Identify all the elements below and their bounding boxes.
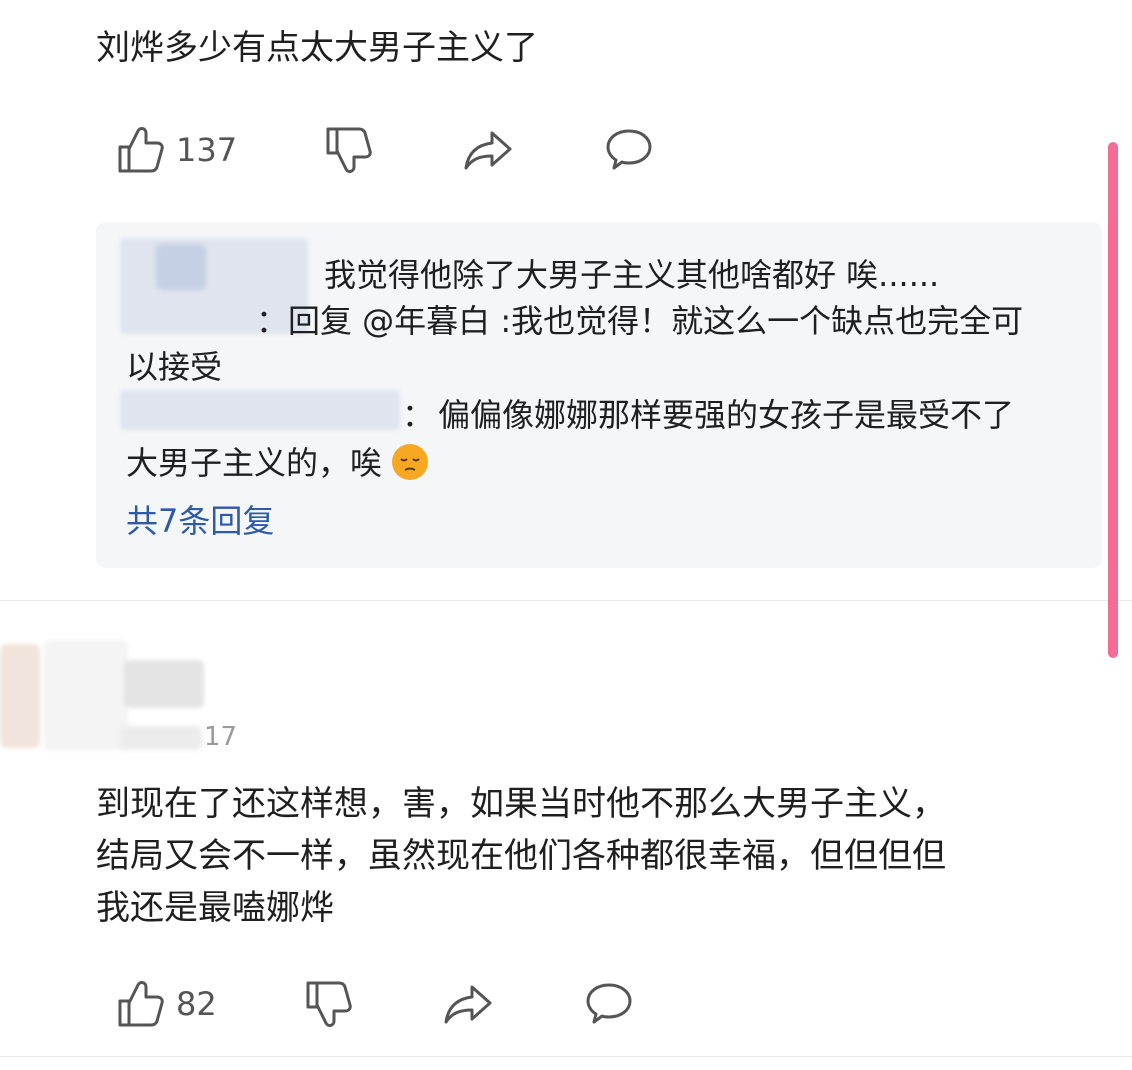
share-button[interactable] <box>462 124 514 176</box>
share-icon <box>464 131 512 170</box>
share-button[interactable] <box>442 978 494 1030</box>
thumbs-down-icon <box>326 127 372 173</box>
comment-2-text: 到现在了还这样想，害，如果当时他不那么大男子主义， 结局又会不一样，虽然现在他们… <box>96 778 1056 934</box>
thumbs-up-icon <box>118 127 164 173</box>
like-count: 82 <box>176 985 217 1023</box>
blurred-avatar <box>156 244 206 290</box>
reply-2-text[interactable]: 回复 @年暮白 :我也觉得！就这么一个缺点也完全可 <box>288 296 1023 342</box>
like-button[interactable]: 82 <box>116 978 217 1030</box>
reply-2-separator: ： <box>256 302 289 340</box>
reply-3-continuation: 大男子主义的，唉 <box>126 438 429 484</box>
like-count: 137 <box>176 131 238 169</box>
reply-3-text: 偏偏像娜娜那样要强的女孩子是最受不了 <box>438 396 1015 434</box>
thumbs-up-icon <box>118 981 164 1027</box>
comment-icon <box>586 983 632 1024</box>
scrollbar[interactable] <box>1108 142 1118 658</box>
comment-icon <box>606 129 652 170</box>
share-icon <box>444 985 492 1024</box>
blurred-username <box>124 660 204 708</box>
dislike-button[interactable] <box>304 978 352 1030</box>
like-button[interactable]: 137 <box>116 124 237 176</box>
view-all-replies-link[interactable]: 共7条回复 <box>126 496 274 542</box>
blurred-avatar <box>0 644 40 748</box>
comment-2-timestamp: 17 <box>204 722 238 752</box>
comment-2-line: 结局又会不一样，虽然现在他们各种都很幸福，但但但但 <box>96 836 946 876</box>
comment-divider <box>0 1056 1132 1057</box>
reply-2-continuation: 以接受 <box>126 348 223 386</box>
blurred-date <box>120 726 202 750</box>
dislike-button[interactable] <box>324 124 372 176</box>
pensive-face-icon <box>392 444 429 480</box>
blurred-username <box>120 390 400 430</box>
comment-1-text: 刘烨多少有点太大男子主义了 <box>96 28 538 68</box>
reply-3-separator: ： <box>402 396 435 434</box>
comment-2-line: 到现在了还这样想，害，如果当时他不那么大男子主义， <box>96 784 946 824</box>
comments-page: 刘烨多少有点太大男子主义了 137 我觉得他除了大男子主义其他啥都好 唉....… <box>0 0 1132 1070</box>
replies-box: 我觉得他除了大男子主义其他啥都好 唉...... ： 回复 @年暮白 :我也觉得… <box>96 222 1102 568</box>
comment-divider <box>0 600 1132 601</box>
thumbs-down-icon <box>306 981 352 1027</box>
reply-1-text: 我觉得他除了大男子主义其他啥都好 唉...... <box>324 256 940 294</box>
comment-2-line: 我还是最嗑娜烨 <box>96 888 334 928</box>
comment-button[interactable] <box>604 124 654 176</box>
reply-3-continuation-text: 大男子主义的，唉 <box>126 444 383 482</box>
blurred-avatar <box>44 640 128 750</box>
comment-button[interactable] <box>584 978 634 1030</box>
